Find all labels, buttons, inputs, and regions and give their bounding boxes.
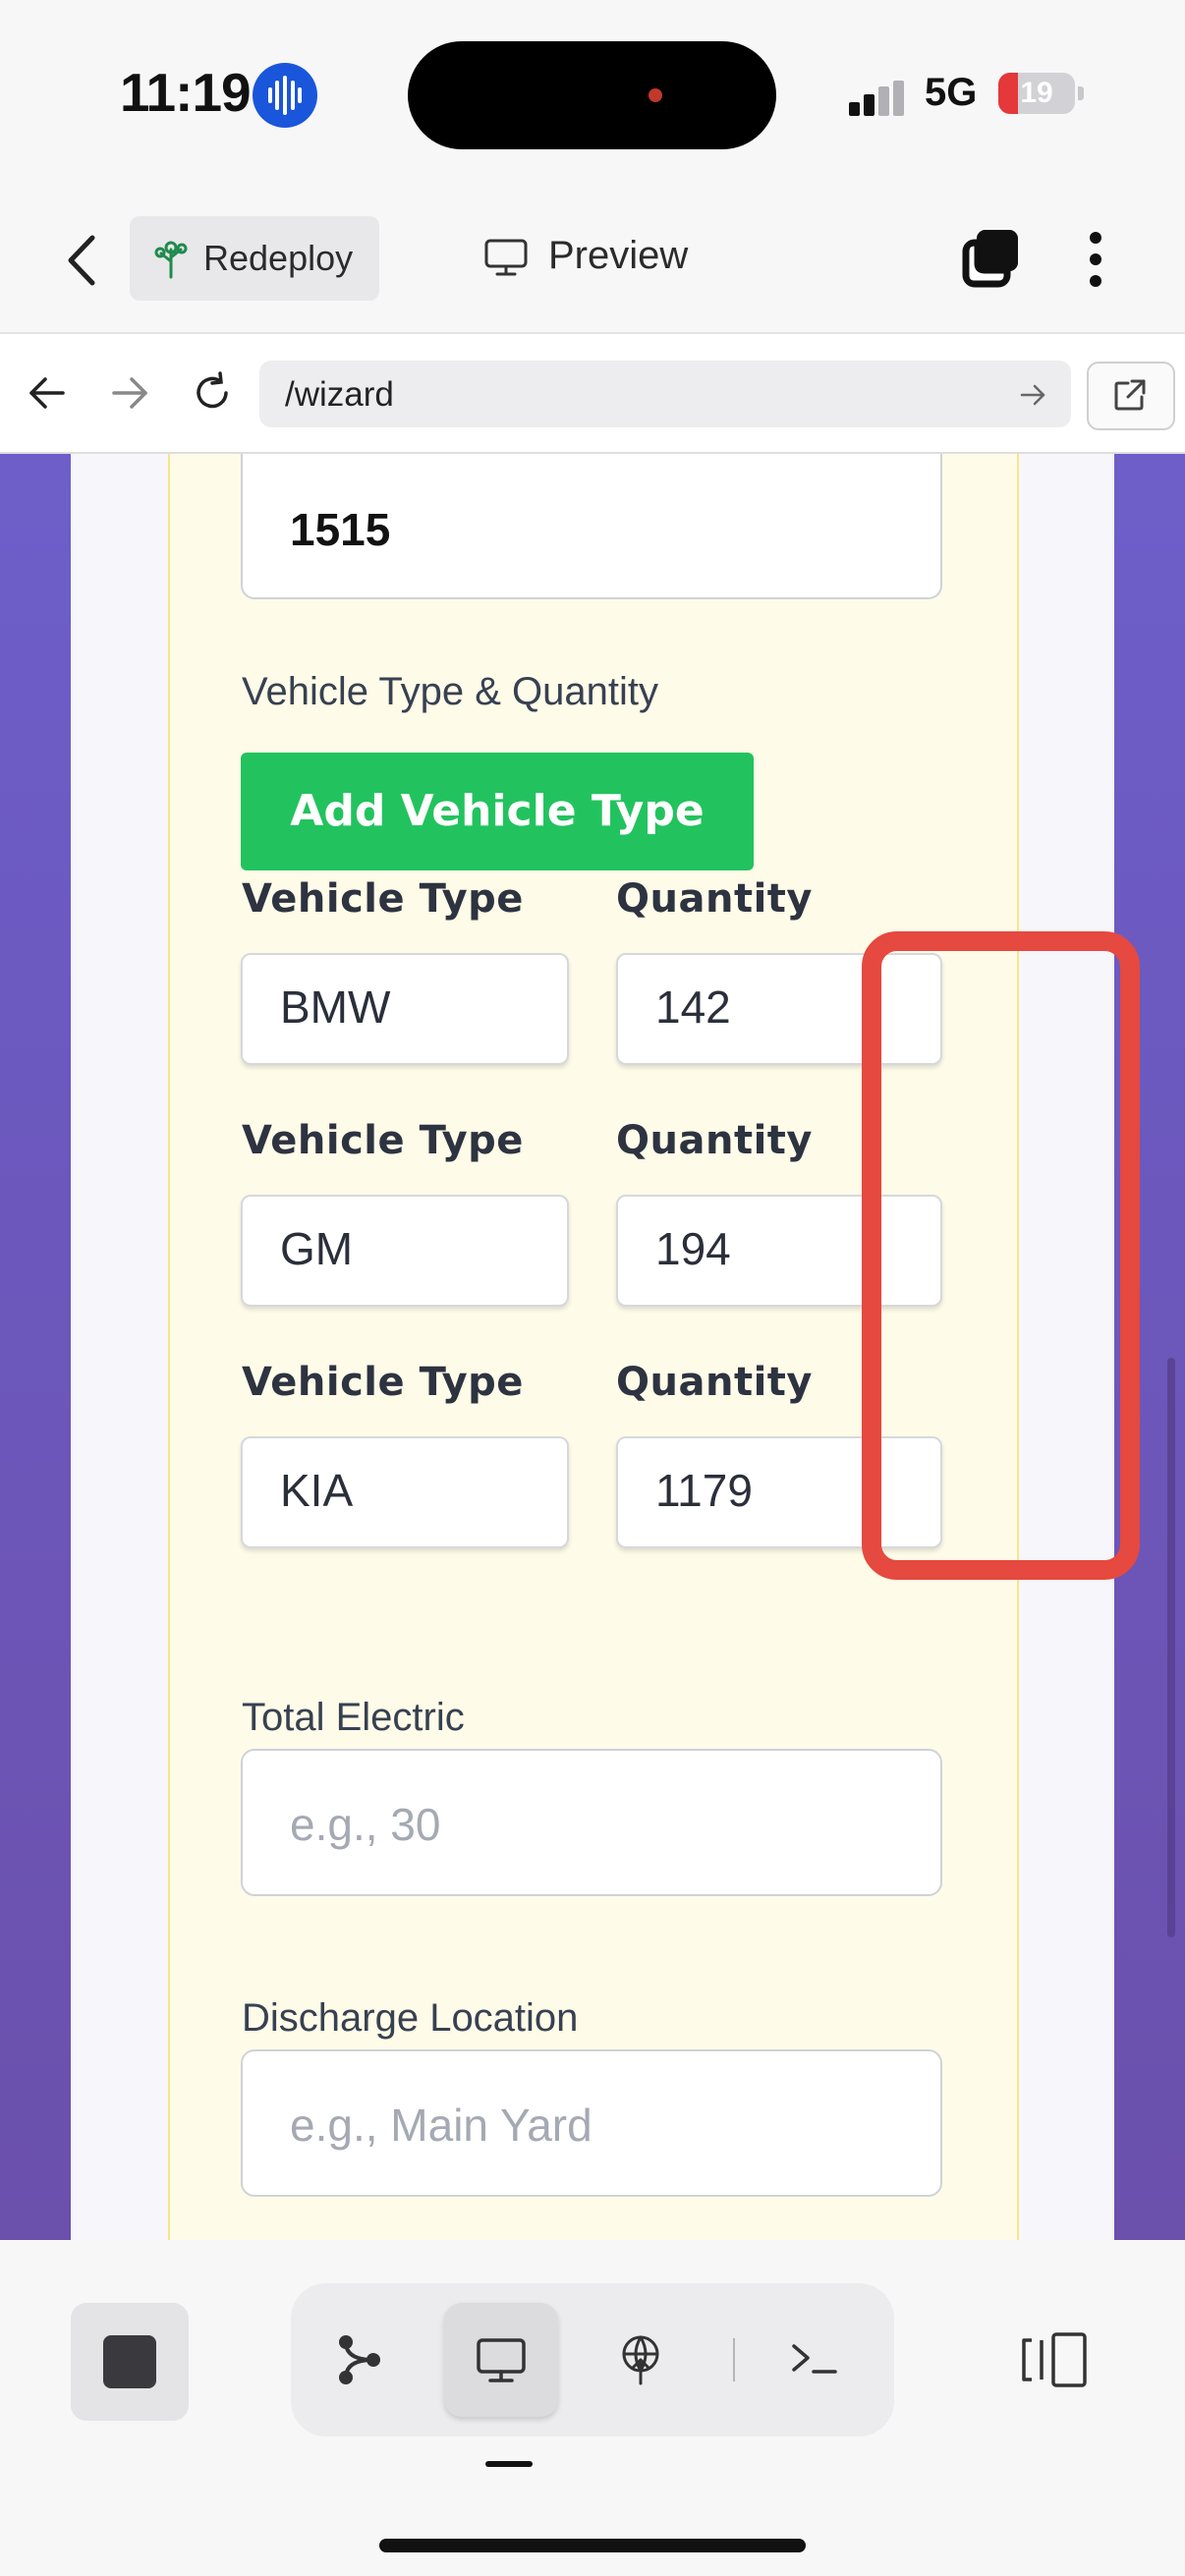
add-vehicle-type-button[interactable]: Add Vehicle Type	[241, 753, 754, 870]
url-text: /wizard	[285, 375, 394, 414]
battery-cap	[1078, 86, 1084, 100]
battery-icon: 19	[998, 73, 1075, 114]
url-field[interactable]: /wizard	[259, 361, 1071, 427]
home-indicator[interactable]	[379, 2539, 806, 2552]
reload-button[interactable]	[191, 371, 234, 415]
discharge-location-field[interactable]: e.g., Main Yard	[241, 2049, 942, 2197]
discharge-location-placeholder: e.g., Main Yard	[290, 2100, 592, 2151]
redeploy-tree-icon	[154, 241, 188, 279]
preview-label: Preview	[548, 234, 689, 277]
scrollbar-thumb[interactable]	[1167, 1358, 1175, 1937]
kebab-menu-icon	[1090, 232, 1101, 287]
add-vehicle-type-label: Add Vehicle Type	[290, 786, 705, 836]
arrow-left-icon	[29, 377, 65, 409]
back-button[interactable]	[59, 226, 108, 295]
total-electric-label: Total Electric	[242, 1696, 465, 1739]
quantity-label: Quantity	[616, 1118, 813, 1163]
browser-back-button[interactable]	[26, 371, 69, 415]
more-menu-button[interactable]	[1085, 230, 1106, 289]
branch-tool-button[interactable]	[303, 2303, 417, 2417]
vehicle-type-field[interactable]: GM	[241, 1195, 569, 1307]
branch-icon	[339, 2335, 380, 2384]
bottom-toolbar	[0, 2240, 1185, 2576]
previous-number-value: 1515	[290, 504, 391, 555]
back-chevron-icon	[68, 235, 95, 286]
vehicle-type-value: GM	[280, 1223, 354, 1274]
status-time: 11:19	[120, 62, 252, 123]
browser-bar: /wizard	[0, 334, 1185, 454]
desktop-icon	[477, 2338, 526, 2382]
toolbar-separator	[733, 2338, 735, 2381]
discharge-location-label: Discharge Location	[242, 1996, 579, 2040]
tabs-icon	[962, 230, 1018, 288]
app-header: Redeploy Preview	[0, 187, 1185, 334]
reload-icon	[197, 371, 228, 409]
signal-icon	[849, 81, 908, 116]
browser-forward-button[interactable]	[108, 371, 151, 415]
terminal-icon	[792, 2344, 837, 2374]
vehicle-section-label: Vehicle Type & Quantity	[242, 670, 658, 713]
status-bar: 11:19 5G 19	[0, 0, 1185, 187]
quantity-value: 1179	[655, 1465, 753, 1516]
vehicle-type-value: KIA	[280, 1465, 354, 1516]
vehicle-type-field[interactable]: KIA	[241, 1436, 569, 1548]
vehicle-type-label: Vehicle Type	[242, 1360, 524, 1405]
stop-icon	[103, 2335, 156, 2388]
terminal-tool-button[interactable]	[757, 2303, 871, 2417]
external-link-icon	[1114, 379, 1146, 411]
voice-icon	[253, 63, 317, 128]
quantity-value: 194	[655, 1223, 731, 1274]
deploy-icon	[622, 2335, 659, 2385]
dynamic-island	[408, 41, 776, 149]
redeploy-button[interactable]: Redeploy	[130, 216, 379, 301]
vehicle-type-field[interactable]: BMW	[241, 953, 569, 1065]
monitor-icon	[484, 239, 528, 276]
open-external-button[interactable]	[1087, 362, 1175, 430]
vehicle-type-label: Vehicle Type	[242, 1118, 524, 1163]
panel-toggle-icon	[1022, 2332, 1087, 2387]
desktop-tool-button[interactable]	[444, 2303, 558, 2417]
go-arrow-icon[interactable]	[1018, 380, 1047, 410]
drag-handle[interactable]	[485, 2461, 533, 2467]
camera-indicator	[649, 88, 662, 102]
arrow-right-icon	[112, 377, 147, 409]
stop-button[interactable]	[71, 2303, 189, 2421]
previous-number-field[interactable]: 1515	[241, 454, 942, 599]
quantity-label: Quantity	[616, 876, 813, 922]
annotation-highlight-box	[862, 931, 1140, 1580]
network-type: 5G	[925, 71, 978, 114]
tool-group	[291, 2283, 894, 2436]
tabs-button[interactable]	[961, 228, 1022, 289]
total-electric-field[interactable]: e.g., 30	[241, 1749, 942, 1896]
vehicle-type-value: BMW	[280, 981, 391, 1033]
quantity-value: 142	[655, 981, 731, 1033]
web-viewport: 1515 Vehicle Type & Quantity Add Vehicle…	[0, 454, 1185, 2240]
quantity-label: Quantity	[616, 1360, 813, 1405]
vehicle-type-label: Vehicle Type	[242, 876, 524, 922]
total-electric-placeholder: e.g., 30	[290, 1799, 441, 1850]
panel-toggle-button[interactable]	[1018, 2330, 1091, 2389]
battery-level: 19	[1020, 77, 1053, 109]
deploy-tool-button[interactable]	[584, 2303, 698, 2417]
redeploy-label: Redeploy	[203, 238, 354, 278]
